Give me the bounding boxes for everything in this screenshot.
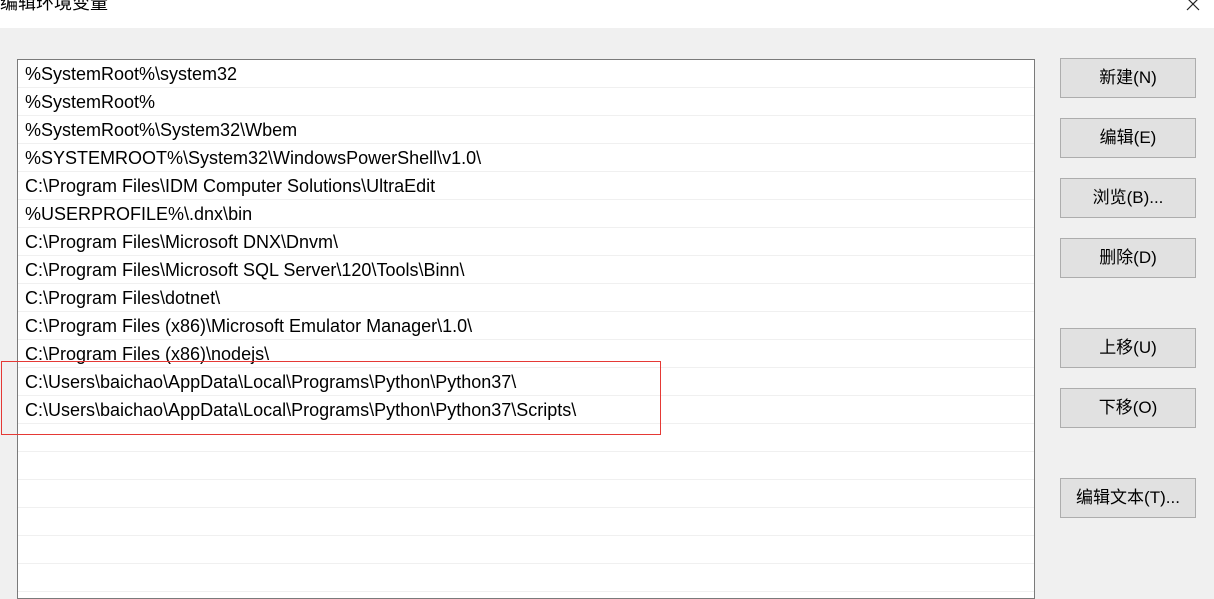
- empty-list-row[interactable]: [18, 452, 1034, 480]
- move-down-button[interactable]: 下移(O): [1060, 388, 1196, 428]
- list-item[interactable]: C:\Program Files\dotnet\: [18, 284, 1034, 312]
- list-item[interactable]: C:\Users\baichao\AppData\Local\Programs\…: [18, 396, 1034, 424]
- list-item[interactable]: C:\Users\baichao\AppData\Local\Programs\…: [18, 368, 1034, 396]
- list-item[interactable]: %SYSTEMROOT%\System32\WindowsPowerShell\…: [18, 144, 1034, 172]
- close-button[interactable]: [1180, 0, 1206, 16]
- title-bar: 编辑环境变量: [0, 0, 1214, 28]
- empty-list-row[interactable]: [18, 480, 1034, 508]
- browse-button[interactable]: 浏览(B)...: [1060, 178, 1196, 218]
- list-item[interactable]: C:\Program Files (x86)\nodejs\: [18, 340, 1034, 368]
- close-icon: [1186, 0, 1200, 11]
- path-list[interactable]: %SystemRoot%\system32 %SystemRoot% %System…: [17, 59, 1035, 599]
- empty-list-row[interactable]: [18, 564, 1034, 592]
- list-item[interactable]: C:\Program Files (x86)\Microsoft Emulato…: [18, 312, 1034, 340]
- empty-list-row[interactable]: [18, 536, 1034, 564]
- edit-button[interactable]: 编辑(E): [1060, 118, 1196, 158]
- empty-list-row[interactable]: [18, 508, 1034, 536]
- list-item[interactable]: C:\Program Files\IDM Computer Solutions\…: [18, 172, 1034, 200]
- move-up-button[interactable]: 上移(U): [1060, 328, 1196, 368]
- list-item[interactable]: %SystemRoot%\System32\Wbem: [18, 116, 1034, 144]
- list-item[interactable]: %SystemRoot%: [18, 88, 1034, 116]
- delete-button[interactable]: 删除(D): [1060, 238, 1196, 278]
- list-item[interactable]: %SystemRoot%\system32: [18, 60, 1034, 88]
- list-item[interactable]: C:\Program Files\Microsoft SQL Server\12…: [18, 256, 1034, 284]
- edit-text-button[interactable]: 编辑文本(T)...: [1060, 478, 1196, 518]
- window-title: 编辑环境变量: [0, 0, 108, 13]
- list-item[interactable]: %USERPROFILE%\.dnx\bin: [18, 200, 1034, 228]
- list-item[interactable]: C:\Program Files\Microsoft DNX\Dnvm\: [18, 228, 1034, 256]
- new-button[interactable]: 新建(N): [1060, 58, 1196, 98]
- empty-list-row[interactable]: [18, 424, 1034, 452]
